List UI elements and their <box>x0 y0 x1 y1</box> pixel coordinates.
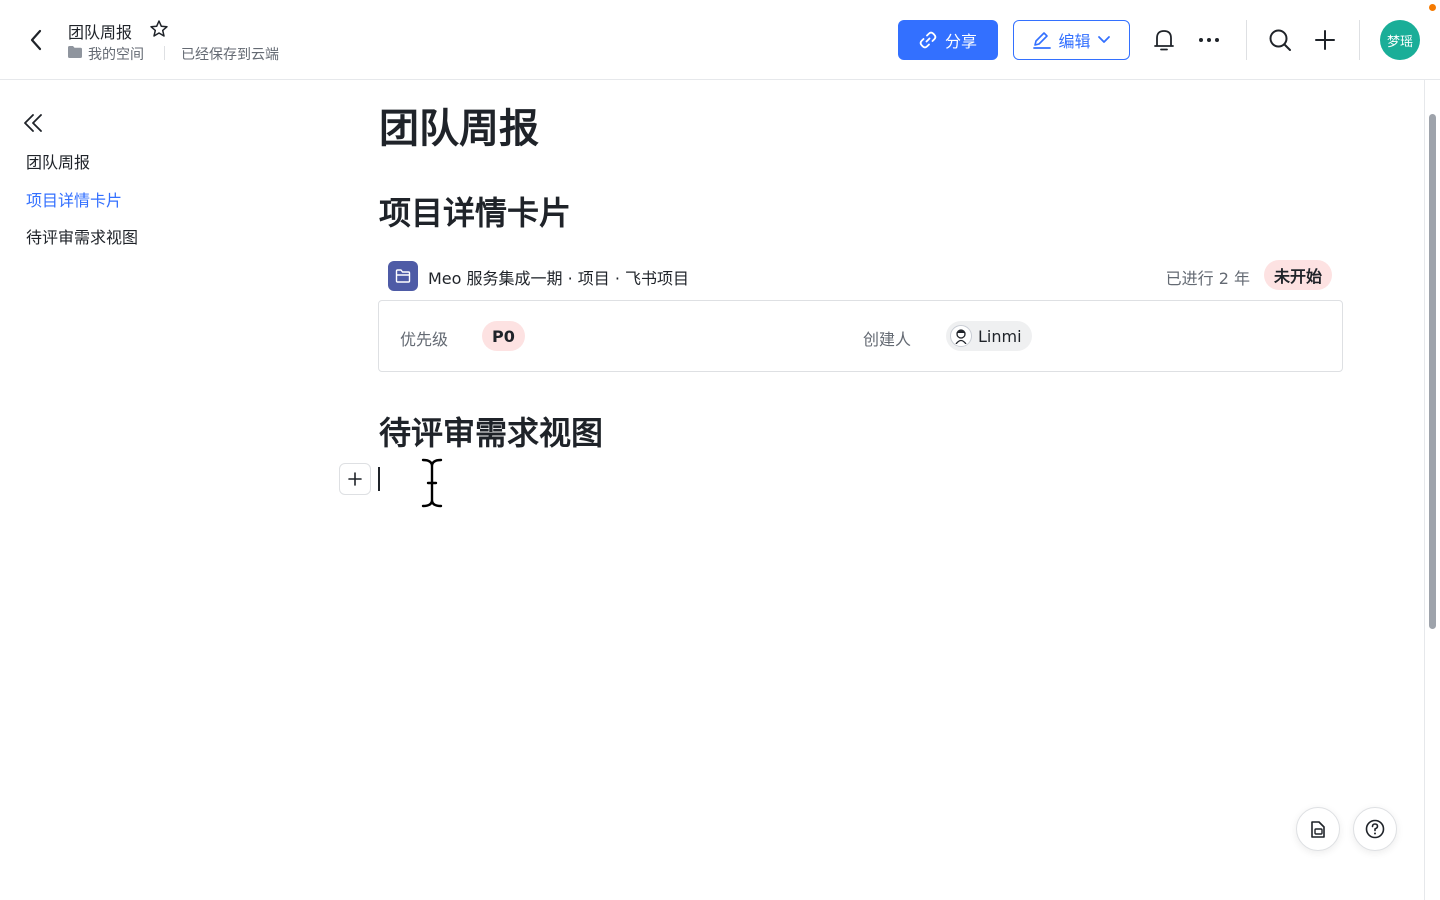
outline-item-project-card[interactable]: 项目详情卡片 <box>26 187 122 211</box>
notifications-button[interactable] <box>1150 26 1178 54</box>
user-avatar[interactable]: 梦瑶 <box>1380 20 1420 60</box>
back-icon <box>30 29 42 51</box>
project-card-header: Meo 服务集成一期 · 项目 · 飞书项目 已进行 2 年 未开始 <box>388 260 1342 292</box>
notification-dot <box>1429 4 1436 11</box>
space-breadcrumb[interactable]: 我的空间 <box>88 44 144 64</box>
status-badge: 未开始 <box>1263 260 1332 290</box>
back-button[interactable] <box>22 26 50 54</box>
document-comment-icon <box>1311 821 1325 838</box>
share-label: 分享 <box>944 32 977 51</box>
folder-icon <box>68 46 82 58</box>
creator-avatar <box>950 325 972 347</box>
page-title[interactable]: 团队周报 <box>379 96 539 154</box>
more-icon <box>1199 38 1219 42</box>
favorite-button[interactable] <box>149 19 169 39</box>
scrollbar-thumb[interactable] <box>1429 114 1436 629</box>
chevron-down-icon <box>1097 36 1110 43</box>
top-bar: 团队周报 我的空间 已经保存到云端 分享 编辑 梦瑶 <box>0 0 1440 80</box>
section-heading-review-view[interactable]: 待评审需求视图 <box>379 408 603 454</box>
meta-divider <box>164 46 165 60</box>
search-icon <box>1269 29 1291 51</box>
bell-icon <box>1154 30 1174 51</box>
save-status: 已经保存到云端 <box>181 47 279 63</box>
person-icon <box>955 329 967 344</box>
creator-label: 创建人 <box>863 330 912 349</box>
pencil-icon <box>1033 32 1052 49</box>
more-button[interactable] <box>1195 26 1223 54</box>
create-button[interactable] <box>1311 26 1339 54</box>
edit-label: 编辑 <box>1058 32 1091 51</box>
plus-icon <box>1315 30 1335 50</box>
link-icon <box>919 31 937 49</box>
outline-item-team-weekly[interactable]: 团队周报 <box>26 149 90 173</box>
edit-mode-button[interactable]: 编辑 <box>1013 20 1130 60</box>
elapsed-time: 已进行 2 年 <box>1165 269 1250 288</box>
priority-label: 优先级 <box>400 330 449 349</box>
project-icon[interactable] <box>388 261 418 291</box>
text-caret[interactable] <box>378 467 380 491</box>
share-button[interactable]: 分享 <box>898 20 998 60</box>
double-chevron-left-icon <box>24 114 42 132</box>
doc-title[interactable]: 团队周报 <box>68 19 132 43</box>
help-button[interactable] <box>1353 807 1397 851</box>
collapse-outline-button[interactable] <box>22 111 46 135</box>
plus-icon <box>348 472 362 486</box>
section-heading-project-card[interactable]: 项目详情卡片 <box>379 188 571 234</box>
project-card-fields: 优先级 P0 创建人 Linmi <box>378 300 1343 372</box>
priority-tag[interactable]: P0 <box>482 321 525 351</box>
project-title-link[interactable]: Meo 服务集成一期 · 项目 · 飞书项目 <box>428 265 689 289</box>
ibeam-cursor-icon <box>421 458 443 508</box>
header-divider <box>1359 20 1360 60</box>
search-button[interactable] <box>1266 26 1294 54</box>
help-icon <box>1365 819 1385 839</box>
star-icon <box>150 20 168 37</box>
add-block-button[interactable] <box>339 463 371 495</box>
creator-name: Linmi <box>978 326 1022 346</box>
folder-icon <box>395 269 411 283</box>
header-divider <box>1246 20 1247 60</box>
outline-item-review-view[interactable]: 待评审需求视图 <box>26 224 138 248</box>
creator-chip[interactable]: Linmi <box>946 321 1032 351</box>
comments-panel-button[interactable] <box>1296 807 1340 851</box>
